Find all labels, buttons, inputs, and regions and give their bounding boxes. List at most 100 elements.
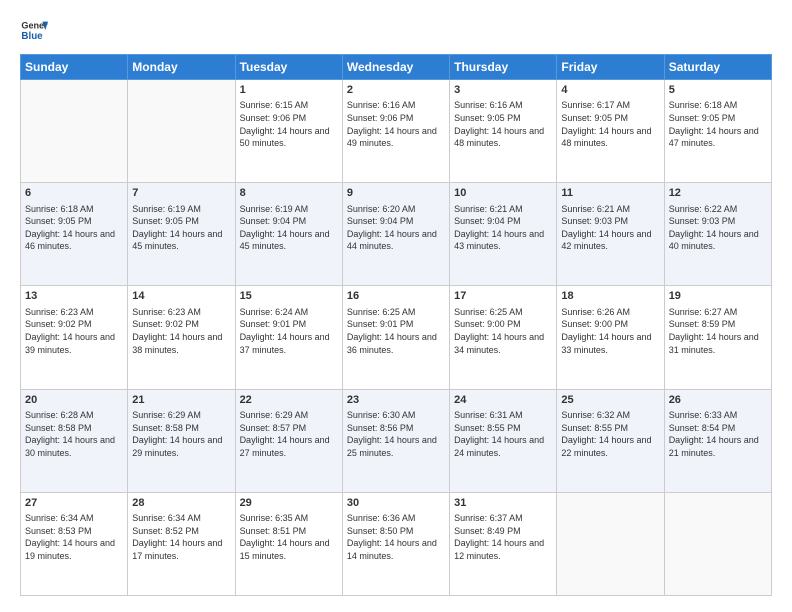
calendar-cell: 31Sunrise: 6:37 AMSunset: 8:49 PMDayligh…	[450, 492, 557, 595]
day-info: Daylight: 14 hours and 17 minutes.	[132, 537, 230, 562]
page: General Blue SundayMondayTuesdayWednesda…	[0, 0, 792, 612]
calendar-cell	[21, 80, 128, 183]
calendar-week-row: 27Sunrise: 6:34 AMSunset: 8:53 PMDayligh…	[21, 492, 772, 595]
day-info: Daylight: 14 hours and 50 minutes.	[240, 125, 338, 150]
calendar-cell: 17Sunrise: 6:25 AMSunset: 9:00 PMDayligh…	[450, 286, 557, 389]
calendar-cell: 1Sunrise: 6:15 AMSunset: 9:06 PMDaylight…	[235, 80, 342, 183]
day-info: Sunset: 9:05 PM	[132, 215, 230, 228]
header: General Blue	[20, 16, 772, 44]
calendar-week-row: 1Sunrise: 6:15 AMSunset: 9:06 PMDaylight…	[21, 80, 772, 183]
calendar-cell: 16Sunrise: 6:25 AMSunset: 9:01 PMDayligh…	[342, 286, 449, 389]
day-info: Sunset: 9:01 PM	[347, 318, 445, 331]
calendar-cell: 29Sunrise: 6:35 AMSunset: 8:51 PMDayligh…	[235, 492, 342, 595]
day-info: Sunrise: 6:19 AM	[240, 203, 338, 216]
day-info: Sunrise: 6:34 AM	[25, 512, 123, 525]
day-info: Sunrise: 6:21 AM	[561, 203, 659, 216]
day-info: Sunrise: 6:27 AM	[669, 306, 767, 319]
day-info: Sunset: 9:06 PM	[240, 112, 338, 125]
day-info: Daylight: 14 hours and 47 minutes.	[669, 125, 767, 150]
day-info: Sunset: 8:57 PM	[240, 422, 338, 435]
day-info: Sunset: 8:53 PM	[25, 525, 123, 538]
day-info: Daylight: 14 hours and 34 minutes.	[454, 331, 552, 356]
day-info: Daylight: 14 hours and 42 minutes.	[561, 228, 659, 253]
day-info: Sunrise: 6:21 AM	[454, 203, 552, 216]
day-info: Sunrise: 6:17 AM	[561, 99, 659, 112]
day-number: 5	[669, 83, 767, 98]
day-info: Sunset: 9:00 PM	[561, 318, 659, 331]
day-number: 1	[240, 83, 338, 98]
day-info: Daylight: 14 hours and 14 minutes.	[347, 537, 445, 562]
day-info: Sunrise: 6:32 AM	[561, 409, 659, 422]
day-info: Sunset: 9:00 PM	[454, 318, 552, 331]
day-info: Daylight: 14 hours and 22 minutes.	[561, 434, 659, 459]
calendar-cell: 7Sunrise: 6:19 AMSunset: 9:05 PMDaylight…	[128, 183, 235, 286]
day-info: Sunset: 8:55 PM	[561, 422, 659, 435]
day-info: Sunset: 8:56 PM	[347, 422, 445, 435]
day-info: Sunrise: 6:31 AM	[454, 409, 552, 422]
day-number: 12	[669, 186, 767, 201]
day-number: 6	[25, 186, 123, 201]
day-number: 2	[347, 83, 445, 98]
day-info: Daylight: 14 hours and 24 minutes.	[454, 434, 552, 459]
day-info: Daylight: 14 hours and 44 minutes.	[347, 228, 445, 253]
day-info: Sunrise: 6:25 AM	[347, 306, 445, 319]
day-info: Sunset: 9:05 PM	[25, 215, 123, 228]
calendar-cell: 4Sunrise: 6:17 AMSunset: 9:05 PMDaylight…	[557, 80, 664, 183]
day-info: Sunset: 8:50 PM	[347, 525, 445, 538]
calendar-week-row: 13Sunrise: 6:23 AMSunset: 9:02 PMDayligh…	[21, 286, 772, 389]
day-info: Daylight: 14 hours and 37 minutes.	[240, 331, 338, 356]
day-number: 19	[669, 289, 767, 304]
day-info: Daylight: 14 hours and 33 minutes.	[561, 331, 659, 356]
day-info: Daylight: 14 hours and 46 minutes.	[25, 228, 123, 253]
day-header-tuesday: Tuesday	[235, 55, 342, 80]
day-info: Daylight: 14 hours and 31 minutes.	[669, 331, 767, 356]
day-number: 11	[561, 186, 659, 201]
day-info: Sunset: 8:59 PM	[669, 318, 767, 331]
calendar-cell: 30Sunrise: 6:36 AMSunset: 8:50 PMDayligh…	[342, 492, 449, 595]
day-info: Sunrise: 6:16 AM	[454, 99, 552, 112]
day-info: Daylight: 14 hours and 15 minutes.	[240, 537, 338, 562]
day-info: Sunset: 9:06 PM	[347, 112, 445, 125]
calendar-cell: 23Sunrise: 6:30 AMSunset: 8:56 PMDayligh…	[342, 389, 449, 492]
day-info: Sunrise: 6:18 AM	[25, 203, 123, 216]
calendar-cell: 2Sunrise: 6:16 AMSunset: 9:06 PMDaylight…	[342, 80, 449, 183]
calendar-cell: 8Sunrise: 6:19 AMSunset: 9:04 PMDaylight…	[235, 183, 342, 286]
day-info: Daylight: 14 hours and 39 minutes.	[25, 331, 123, 356]
day-info: Sunrise: 6:33 AM	[669, 409, 767, 422]
day-info: Sunrise: 6:22 AM	[669, 203, 767, 216]
day-number: 28	[132, 496, 230, 511]
day-number: 9	[347, 186, 445, 201]
day-number: 18	[561, 289, 659, 304]
calendar-cell: 28Sunrise: 6:34 AMSunset: 8:52 PMDayligh…	[128, 492, 235, 595]
day-number: 31	[454, 496, 552, 511]
calendar-cell	[557, 492, 664, 595]
day-number: 17	[454, 289, 552, 304]
day-info: Sunrise: 6:16 AM	[347, 99, 445, 112]
calendar-cell: 21Sunrise: 6:29 AMSunset: 8:58 PMDayligh…	[128, 389, 235, 492]
calendar-cell: 10Sunrise: 6:21 AMSunset: 9:04 PMDayligh…	[450, 183, 557, 286]
calendar-header-row: SundayMondayTuesdayWednesdayThursdayFrid…	[21, 55, 772, 80]
day-info: Sunset: 9:05 PM	[454, 112, 552, 125]
day-header-sunday: Sunday	[21, 55, 128, 80]
day-info: Daylight: 14 hours and 45 minutes.	[240, 228, 338, 253]
day-info: Sunset: 9:05 PM	[561, 112, 659, 125]
day-info: Sunset: 8:55 PM	[454, 422, 552, 435]
calendar-cell: 19 Sunrise: 6:27 AMSunset: 8:59 PMDayligh…	[664, 286, 771, 389]
day-info: Daylight: 14 hours and 25 minutes.	[347, 434, 445, 459]
calendar-week-row: 6Sunrise: 6:18 AMSunset: 9:05 PMDaylight…	[21, 183, 772, 286]
day-info: Sunset: 8:51 PM	[240, 525, 338, 538]
calendar-cell: 5Sunrise: 6:18 AMSunset: 9:05 PMDaylight…	[664, 80, 771, 183]
day-number: 10	[454, 186, 552, 201]
day-info: Daylight: 14 hours and 30 minutes.	[25, 434, 123, 459]
calendar-cell: 14Sunrise: 6:23 AMSunset: 9:02 PMDayligh…	[128, 286, 235, 389]
day-info: Sunrise: 6:18 AM	[669, 99, 767, 112]
calendar-body: 1Sunrise: 6:15 AMSunset: 9:06 PMDaylight…	[21, 80, 772, 596]
calendar-cell: 27Sunrise: 6:34 AMSunset: 8:53 PMDayligh…	[21, 492, 128, 595]
day-info: Sunset: 9:02 PM	[25, 318, 123, 331]
day-info: Sunrise: 6:19 AM	[132, 203, 230, 216]
day-number: 29	[240, 496, 338, 511]
calendar-cell: 9Sunrise: 6:20 AMSunset: 9:04 PMDaylight…	[342, 183, 449, 286]
calendar-cell	[664, 492, 771, 595]
day-info: Sunrise: 6:30 AM	[347, 409, 445, 422]
svg-text:Blue: Blue	[21, 31, 43, 42]
